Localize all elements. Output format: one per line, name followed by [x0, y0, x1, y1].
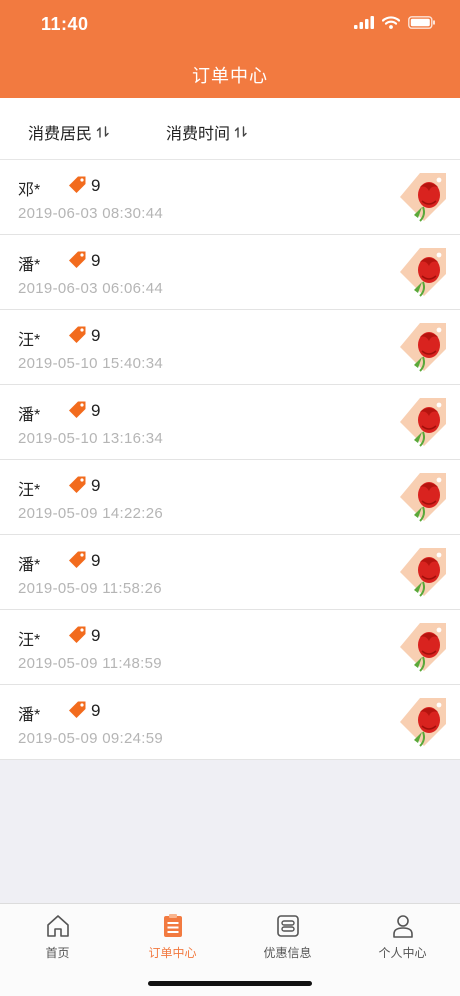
order-time: 2019-05-09 14:22:26: [18, 505, 163, 522]
battery-icon: [408, 16, 435, 29]
rose-product-icon: [400, 548, 446, 597]
resident-name: 汪*: [18, 632, 41, 649]
order-time: 2019-05-09 11:58:26: [18, 580, 162, 597]
page-title: 订单中心: [192, 66, 268, 86]
price-tag-icon: [67, 625, 87, 645]
app-header: 11:40 订单中心: [0, 0, 460, 98]
home-indicator: [148, 981, 312, 986]
tab-profile-label: 个人中心: [378, 946, 427, 960]
price-tag-icon: [67, 400, 87, 420]
order-row[interactable]: 邓* 9 2019-06-03 08:30:44: [0, 160, 460, 235]
rose-product-icon: [400, 623, 446, 672]
order-time: 2019-05-09 11:48:59: [18, 655, 162, 672]
signal-icon: [354, 16, 374, 29]
sort-time-label: 消费时间: [166, 126, 231, 143]
price-tag-icon: [67, 175, 87, 195]
order-time: 2019-06-03 08:30:44: [18, 205, 163, 222]
item-count: 9: [91, 251, 101, 270]
wifi-icon: [382, 16, 400, 29]
resident-name: 汪*: [18, 332, 41, 349]
coupon-icon: [276, 915, 299, 937]
order-time: 2019-05-09 09:24:59: [18, 730, 163, 747]
tab-home[interactable]: 首页: [0, 912, 115, 961]
tab-order-center-label: 订单中心: [148, 946, 197, 960]
order-row[interactable]: 汪* 9 2019-05-09 11:48:59: [0, 610, 460, 685]
home-icon: [46, 915, 69, 937]
sort-by-resident-button[interactable]: 消费居民: [28, 120, 111, 144]
order-row[interactable]: 潘* 9 2019-05-09 11:58:26: [0, 535, 460, 610]
status-icons: [354, 16, 436, 29]
item-count: 9: [91, 401, 101, 420]
price-tag-icon: [67, 550, 87, 570]
resident-name: 潘*: [18, 557, 41, 574]
tab-coupons-label: 优惠信息: [263, 946, 312, 960]
item-count: 9: [91, 326, 101, 345]
rose-product-icon: [400, 173, 446, 222]
resident-name: 潘*: [18, 257, 41, 274]
tab-profile[interactable]: 个人中心: [345, 912, 460, 961]
order-time: 2019-06-03 06:06:44: [18, 280, 163, 297]
order-row[interactable]: 潘* 9 2019-06-03 06:06:44: [0, 235, 460, 310]
item-count: 9: [91, 626, 101, 645]
order-row[interactable]: 潘* 9 2019-05-10 13:16:34: [0, 385, 460, 460]
resident-name: 汪*: [18, 482, 41, 499]
order-list: 邓* 9 2019-06-03 08:30:44 潘* 9 2019-06-03…: [0, 160, 460, 760]
order-row[interactable]: 汪* 9 2019-05-10 15:40:34: [0, 310, 460, 385]
rose-product-icon: [400, 698, 446, 747]
order-time: 2019-05-10 15:40:34: [18, 355, 163, 372]
item-count: 9: [91, 476, 101, 495]
sort-bar: 消费居民 消费时间: [0, 98, 460, 160]
rose-product-icon: [400, 473, 446, 522]
price-tag-icon: [67, 700, 87, 720]
order-row[interactable]: 汪* 9 2019-05-09 14:22:26: [0, 460, 460, 535]
sort-by-time-button[interactable]: 消费时间: [166, 120, 249, 144]
tab-order-center[interactable]: 订单中心: [115, 912, 230, 961]
resident-name: 潘*: [18, 707, 41, 724]
resident-name: 邓*: [18, 182, 41, 199]
sort-toggle-icon: [233, 124, 249, 140]
rose-product-icon: [400, 248, 446, 297]
sort-resident-label: 消费居民: [28, 126, 93, 143]
price-tag-icon: [67, 325, 87, 345]
item-count: 9: [91, 176, 101, 195]
price-tag-icon: [67, 475, 87, 495]
item-count: 9: [91, 551, 101, 570]
rose-product-icon: [400, 323, 446, 372]
tab-home-label: 首页: [45, 946, 70, 960]
tab-coupons[interactable]: 优惠信息: [230, 912, 345, 961]
status-time: 11:40: [41, 14, 89, 34]
price-tag-icon: [67, 250, 87, 270]
order-row[interactable]: 潘* 9 2019-05-09 09:24:59: [0, 685, 460, 760]
order-time: 2019-05-10 13:16:34: [18, 430, 163, 447]
order-list-icon: [163, 914, 182, 937]
person-icon: [392, 915, 413, 938]
resident-name: 潘*: [18, 407, 41, 424]
item-count: 9: [91, 701, 101, 720]
rose-product-icon: [400, 398, 446, 447]
sort-toggle-icon: [95, 124, 111, 140]
